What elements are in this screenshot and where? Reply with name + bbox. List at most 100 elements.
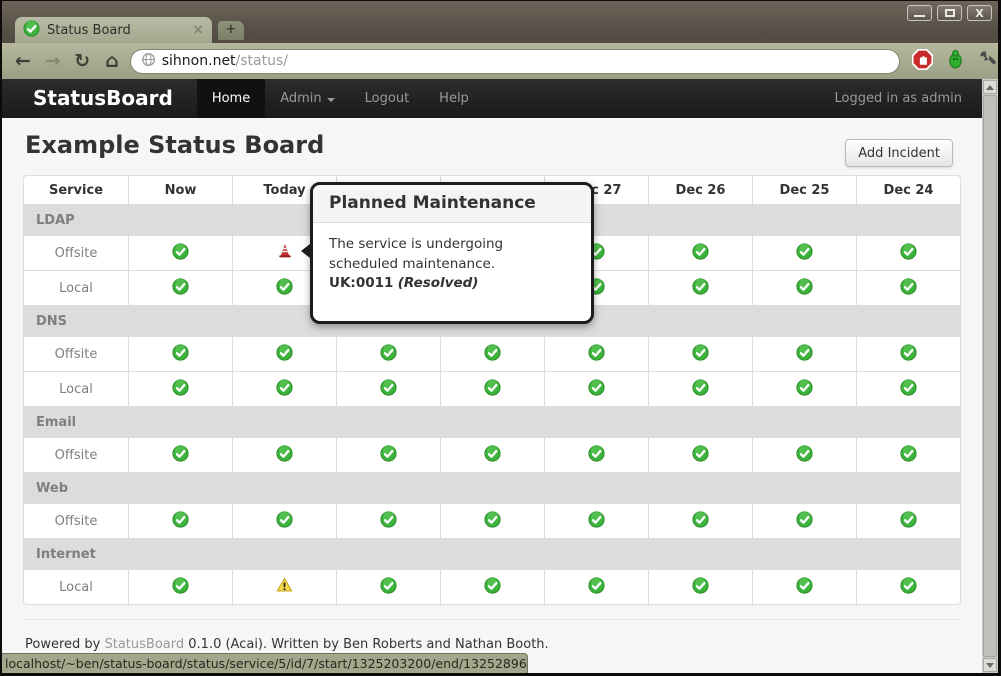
back-icon[interactable]: ← [8,50,38,72]
scroll-down-button[interactable] [983,658,997,672]
ok-icon[interactable] [588,445,605,466]
ok-icon[interactable] [692,379,709,400]
ok-icon[interactable] [692,344,709,365]
warning-icon[interactable] [276,577,293,597]
tooltip-incident-id: UK:0011 [329,275,393,291]
nav-item-home[interactable]: Home [197,79,265,118]
reload-icon[interactable]: ↻ [67,50,97,72]
ok-icon[interactable] [588,379,605,400]
ok-icon[interactable] [172,445,189,466]
ok-icon[interactable] [796,445,813,466]
ok-icon[interactable] [692,577,709,598]
tooltip-arrow-icon [301,244,310,258]
ok-icon[interactable] [484,577,501,598]
ok-icon[interactable] [172,379,189,400]
address-bar[interactable]: sihnon.net/status/ [130,49,900,74]
site-navbar: StatusBoard HomeAdminLogoutHelp Logged i… [2,79,982,118]
nav-item-admin[interactable]: Admin [265,79,349,118]
statusboard-link[interactable]: StatusBoard [104,637,184,652]
ok-icon[interactable] [692,445,709,466]
status-cell [336,569,440,604]
scroll-up-button[interactable] [983,80,997,94]
status-cell [544,503,648,538]
vertical-scrollbar[interactable] [982,79,998,673]
maximize-button[interactable] [937,5,962,21]
adblock-extension-icon[interactable] [912,49,933,74]
ok-icon[interactable] [692,511,709,532]
ok-icon[interactable] [796,379,813,400]
ok-icon[interactable] [380,379,397,400]
ok-icon[interactable] [900,344,917,365]
ok-icon[interactable] [380,511,397,532]
ok-icon[interactable] [380,445,397,466]
minimize-button[interactable] [907,5,932,21]
ok-icon[interactable] [796,344,813,365]
nav-item-help[interactable]: Help [424,79,484,118]
status-cell [752,270,856,305]
ok-icon[interactable] [484,344,501,365]
site-brand[interactable]: StatusBoard [2,79,197,118]
status-cell [752,437,856,472]
status-cell [128,569,232,604]
ok-icon[interactable] [692,243,709,264]
ok-icon[interactable] [796,577,813,598]
wrench-menu-icon[interactable] [978,49,998,73]
ok-icon[interactable] [588,344,605,365]
status-cell [128,437,232,472]
globe-icon [141,52,156,71]
scrollbar-thumb[interactable] [983,95,997,657]
browser-tab[interactable]: Status Board × [15,17,212,43]
ok-icon[interactable] [172,344,189,365]
forward-icon[interactable]: → [38,50,68,72]
ok-icon[interactable] [276,379,293,400]
ok-icon[interactable] [172,577,189,598]
nav-item-label: Logout [365,91,410,106]
ok-icon[interactable] [276,445,293,466]
window-controls: X [907,5,992,21]
home-icon[interactable]: ⌂ [97,50,127,72]
service-cell: Offsite [24,336,128,371]
ok-icon[interactable] [276,344,293,365]
ok-icon[interactable] [380,577,397,598]
scroll-down-icon [986,663,994,668]
maintenance-cone-icon[interactable] [277,243,293,263]
page-content: StatusBoard HomeAdminLogoutHelp Logged i… [2,79,998,673]
ok-icon[interactable] [172,278,189,299]
ok-icon[interactable] [484,379,501,400]
ok-icon[interactable] [172,243,189,264]
ok-icon[interactable] [484,511,501,532]
page-title: Example Status Board [25,131,324,159]
ok-icon[interactable] [900,511,917,532]
nav-item-logout[interactable]: Logout [350,79,425,118]
ok-icon[interactable] [172,511,189,532]
ok-icon[interactable] [484,445,501,466]
add-incident-button[interactable]: Add Incident [845,139,953,167]
url-text[interactable]: sihnon.net/status/ [162,53,288,69]
status-cell [648,569,752,604]
ok-icon[interactable] [900,243,917,264]
ok-icon[interactable] [900,445,917,466]
ok-icon[interactable] [796,278,813,299]
status-cell [752,371,856,406]
close-button[interactable]: X [967,5,992,21]
ok-icon[interactable] [276,511,293,532]
ok-icon[interactable] [692,278,709,299]
status-cell [544,371,648,406]
ok-icon[interactable] [588,577,605,598]
group-row: Web [24,472,960,503]
ok-icon[interactable] [900,577,917,598]
tab-close-icon[interactable]: × [192,22,204,38]
new-tab-button[interactable]: + [218,21,244,40]
status-bar-url: localhost/~ben/status-board/status/servi… [2,653,528,673]
status-cell [648,235,752,270]
extension-icon-green[interactable] [946,49,965,73]
ok-icon[interactable] [900,379,917,400]
ok-icon[interactable] [900,278,917,299]
window-titlebar[interactable]: X Status Board × + [2,1,998,43]
ok-icon[interactable] [588,511,605,532]
ok-icon[interactable] [796,243,813,264]
ok-icon[interactable] [796,511,813,532]
ok-icon[interactable] [380,344,397,365]
ok-icon[interactable] [276,278,293,299]
status-cell [336,437,440,472]
